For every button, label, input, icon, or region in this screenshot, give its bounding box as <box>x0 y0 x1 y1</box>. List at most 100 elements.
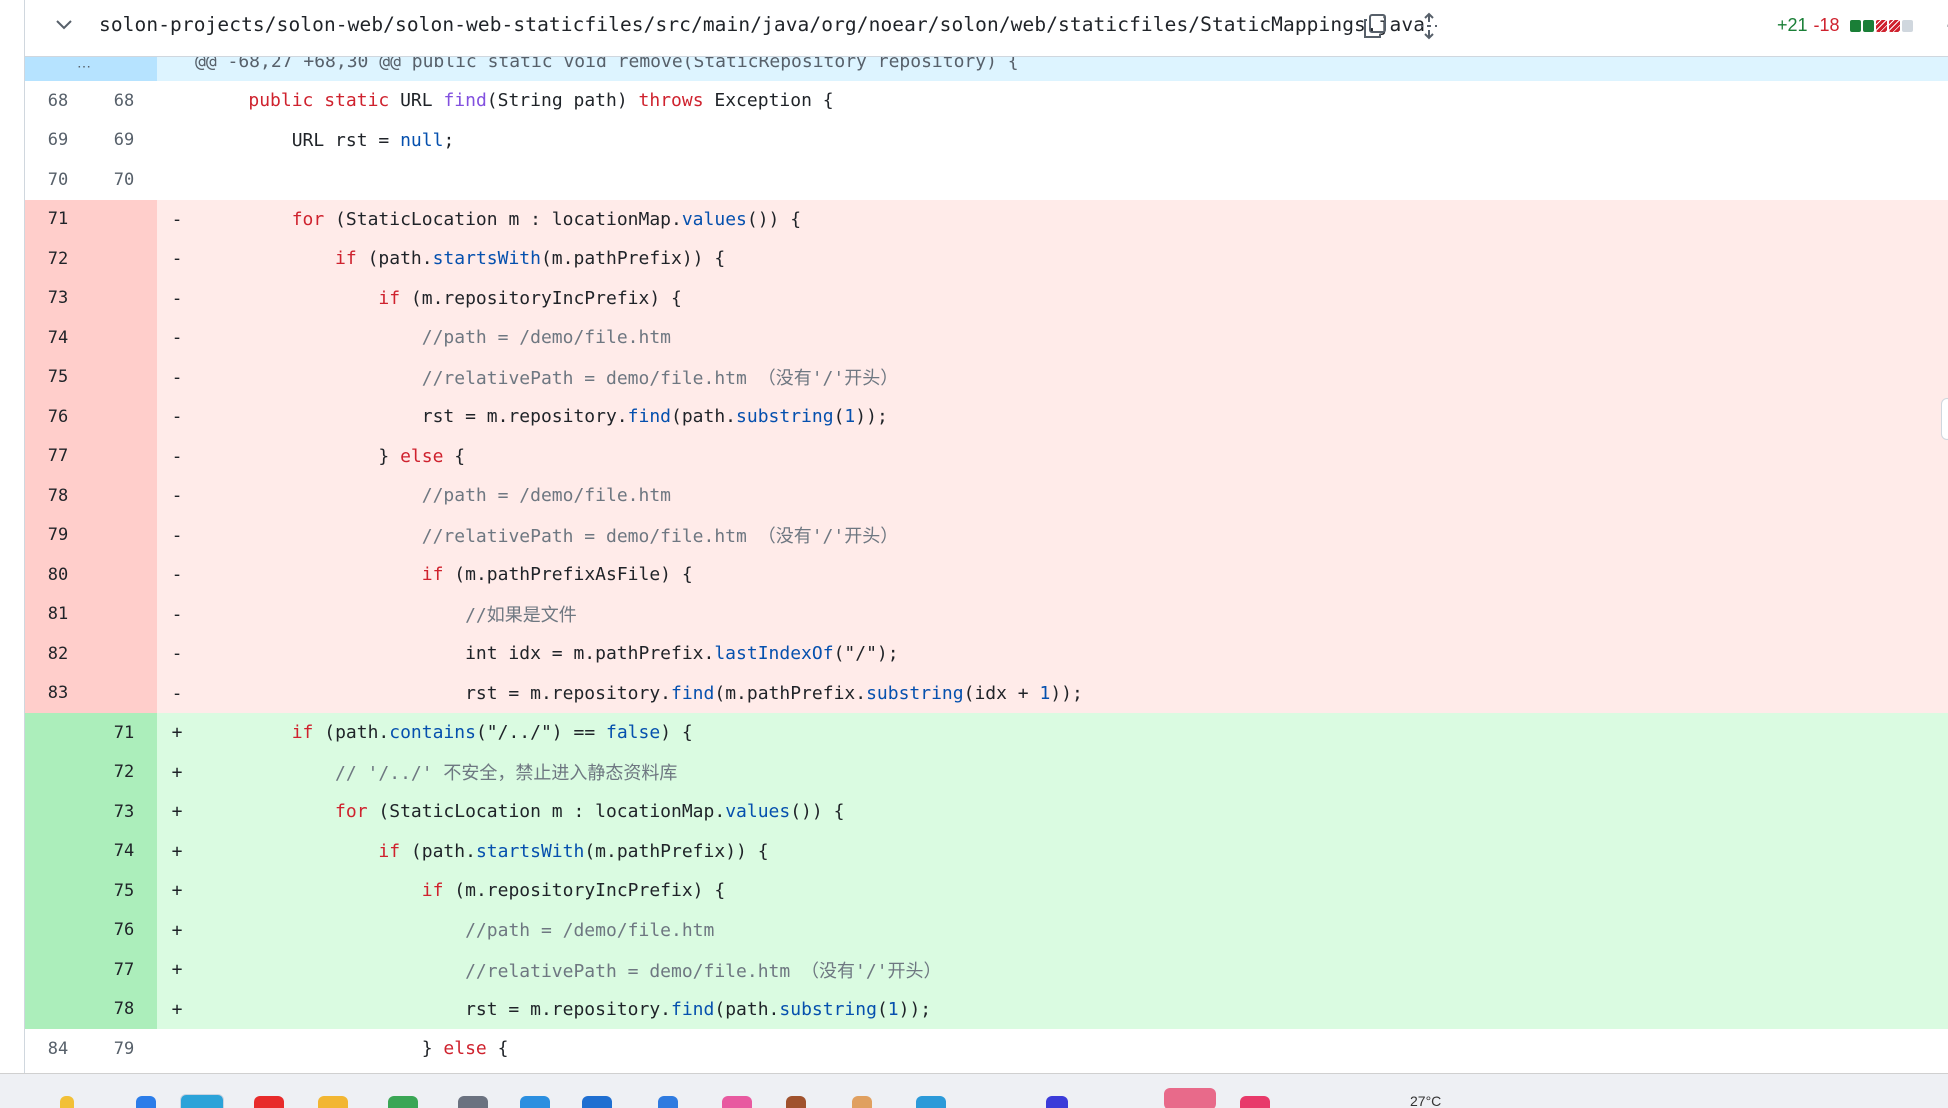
new-line-number[interactable]: 73 <box>91 792 157 832</box>
new-line-number[interactable]: 70 <box>91 160 157 200</box>
taskbar-app-icon[interactable] <box>136 1096 156 1108</box>
code-token: (path. <box>356 248 433 270</box>
taskbar-app-icon[interactable] <box>60 1096 74 1108</box>
old-line-number[interactable]: 82 <box>25 634 91 674</box>
code-token: //relativePath = demo/file.htm （没有'/'开头） <box>465 960 942 982</box>
taskbar-app-icon[interactable] <box>254 1096 284 1108</box>
new-line-number[interactable] <box>91 594 157 634</box>
new-line-number[interactable] <box>91 634 157 674</box>
new-line-number[interactable] <box>91 199 157 239</box>
old-line-number[interactable]: 73 <box>25 278 91 318</box>
old-line-number[interactable]: 74 <box>25 318 91 358</box>
taskbar-app-icon[interactable] <box>582 1096 612 1108</box>
copy-icon[interactable] <box>1361 12 1391 42</box>
new-line-number[interactable]: 76 <box>91 910 157 950</box>
old-line-number[interactable]: 78 <box>25 476 91 516</box>
old-line-number[interactable]: 76 <box>25 397 91 437</box>
new-line-number[interactable]: 68 <box>91 81 157 121</box>
code-token: find <box>671 682 715 704</box>
new-line-number[interactable] <box>91 555 157 595</box>
taskbar-app-icon[interactable] <box>852 1096 872 1108</box>
old-line-number[interactable] <box>25 910 91 950</box>
code-line: if (m.repositoryIncPrefix) { <box>197 288 681 309</box>
side-scroll-tab[interactable] <box>1941 398 1948 440</box>
taskbar-app-icon[interactable] <box>318 1096 348 1108</box>
new-line-number[interactable] <box>91 239 157 279</box>
taskbar-app-icon[interactable] <box>722 1096 752 1108</box>
new-line-number[interactable] <box>91 673 157 713</box>
old-line-number[interactable] <box>25 831 91 871</box>
taskbar-app-icon[interactable] <box>786 1096 806 1108</box>
old-line-number[interactable]: 69 <box>25 121 91 161</box>
diff-row-context: 84 79 } else { <box>25 1029 1948 1069</box>
code-line: // '/../' 不安全，禁止进入静态资料库 <box>197 759 677 785</box>
new-line-number[interactable]: 71 <box>91 713 157 753</box>
old-line-number[interactable]: 68 <box>25 81 91 121</box>
diff-marker: + <box>171 959 183 981</box>
old-line-number[interactable]: 75 <box>25 357 91 397</box>
new-line-number[interactable]: 79 <box>91 1029 157 1069</box>
taskbar-app-icon[interactable] <box>1046 1096 1068 1108</box>
hunk-expander[interactable]: ⋯ <box>25 57 157 81</box>
new-line-number[interactable] <box>91 357 157 397</box>
old-line-number[interactable] <box>25 752 91 792</box>
new-line-number[interactable]: 74 <box>91 831 157 871</box>
taskbar-app-icon[interactable] <box>520 1096 550 1108</box>
new-line-number[interactable] <box>91 397 157 437</box>
unfold-icon[interactable] <box>1415 12 1445 42</box>
new-line-number[interactable]: 77 <box>91 950 157 990</box>
new-line-number[interactable]: 69 <box>91 121 157 161</box>
code-token: (path. <box>671 406 737 428</box>
code-token: throws <box>638 90 704 112</box>
new-line-number[interactable]: 78 <box>91 989 157 1029</box>
new-line-number[interactable] <box>91 436 157 476</box>
expand-up-icon[interactable]: ⋯ <box>77 57 91 75</box>
code-token: else <box>443 1038 487 1060</box>
diff-row-removed: 71 - for (StaticLocation m : locationMap.… <box>25 199 1948 239</box>
old-line-number[interactable] <box>25 950 91 990</box>
old-line-number[interactable]: 83 <box>25 673 91 713</box>
new-line-number[interactable] <box>91 515 157 555</box>
diff-table: ⋯ @@ -68,27 +68,30 @@ public static void… <box>25 57 1948 1069</box>
taskbar-app-icon[interactable] <box>388 1096 418 1108</box>
old-line-number[interactable]: 80 <box>25 555 91 595</box>
old-line-number[interactable]: 70 <box>25 160 91 200</box>
taskbar-app-icon[interactable] <box>1164 1088 1216 1108</box>
code-token: //path = /demo/file.htm <box>465 919 715 941</box>
code-line: //path = /demo/file.htm <box>197 327 671 348</box>
old-line-number[interactable] <box>25 792 91 832</box>
old-line-number[interactable]: 72 <box>25 239 91 279</box>
diff-row-removed: 77 - } else { <box>25 436 1948 476</box>
taskbar-app-icon[interactable] <box>1240 1096 1270 1108</box>
code-token: Exception { <box>703 90 834 112</box>
new-line-number[interactable] <box>91 318 157 358</box>
new-line-number[interactable] <box>91 278 157 318</box>
taskbar-app-icon[interactable] <box>916 1096 946 1108</box>
old-line-number[interactable]: 79 <box>25 515 91 555</box>
old-line-number[interactable]: 77 <box>25 436 91 476</box>
file-path[interactable]: solon-projects/solon-web/solon-web-stati… <box>99 13 1425 36</box>
taskbar-app-icon[interactable] <box>180 1094 224 1108</box>
code-token: int idx = m.pathPrefix. <box>205 643 715 665</box>
code-token: } <box>205 445 401 467</box>
new-line-number[interactable]: 72 <box>91 752 157 792</box>
code-token: for <box>335 801 368 823</box>
old-line-number[interactable]: 81 <box>25 594 91 634</box>
old-line-number[interactable] <box>25 713 91 753</box>
taskbar-app-icon[interactable] <box>458 1096 488 1108</box>
taskbar-app-icon[interactable] <box>658 1096 678 1108</box>
new-line-number[interactable] <box>91 476 157 516</box>
chevron-down-icon[interactable] <box>53 14 75 36</box>
old-line-number[interactable] <box>25 871 91 911</box>
old-line-number[interactable]: 84 <box>25 1029 91 1069</box>
new-line-number[interactable]: 75 <box>91 871 157 911</box>
old-line-number[interactable] <box>25 989 91 1029</box>
code-token: ("/"); <box>833 643 899 665</box>
old-line-number[interactable]: 71 <box>25 199 91 239</box>
code-token: //relativePath = demo/file.htm （没有'/'开头） <box>421 368 899 390</box>
